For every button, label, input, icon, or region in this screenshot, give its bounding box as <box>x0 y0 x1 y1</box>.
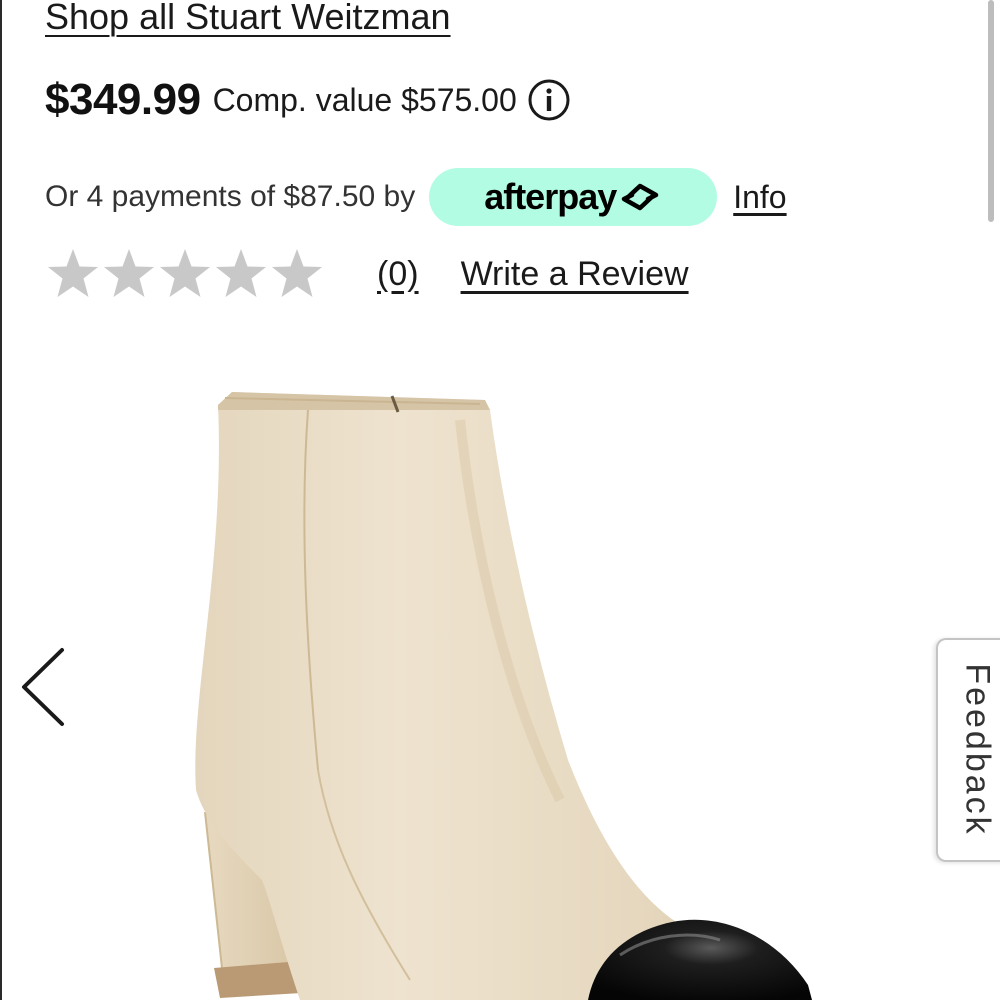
sale-price: $349.99 <box>45 75 201 124</box>
scrollbar[interactable] <box>988 0 994 222</box>
feedback-label: Feedback <box>958 663 997 837</box>
afterpay-wordmark: afterpay <box>484 176 617 217</box>
rating-row: (0) Write a Review <box>45 244 689 304</box>
star-rating <box>45 246 325 302</box>
product-page: Shop all Stuart Weitzman $349.99 Comp. v… <box>0 0 1000 1000</box>
chevron-left-icon[interactable] <box>16 644 70 730</box>
info-circle-icon[interactable] <box>527 78 571 122</box>
star-icon <box>104 249 154 297</box>
star-icon <box>272 249 322 297</box>
installments-text: Or 4 payments of $87.50 by <box>45 180 416 213</box>
ankle-boot-image[interactable] <box>160 380 840 1000</box>
afterpay-badge[interactable]: afterpay <box>429 168 718 226</box>
star-icon <box>216 249 266 297</box>
review-count-link[interactable]: (0) <box>377 255 419 294</box>
shop-all-brand-link[interactable]: Shop all Stuart Weitzman <box>45 0 451 38</box>
afterpay-arrows-icon <box>622 183 659 211</box>
price-row: $349.99 Comp. value $575.00 <box>45 72 571 128</box>
star-icon <box>160 249 210 297</box>
installments-row: Or 4 payments of $87.50 by afterpay Info <box>45 168 787 226</box>
comp-value: Comp. value $575.00 <box>212 81 517 118</box>
star-icon <box>48 249 98 297</box>
feedback-tab[interactable]: Feedback <box>936 638 1000 862</box>
window-edge <box>0 0 2 1000</box>
afterpay-info-link[interactable]: Info <box>733 179 786 216</box>
write-review-link[interactable]: Write a Review <box>461 255 689 294</box>
